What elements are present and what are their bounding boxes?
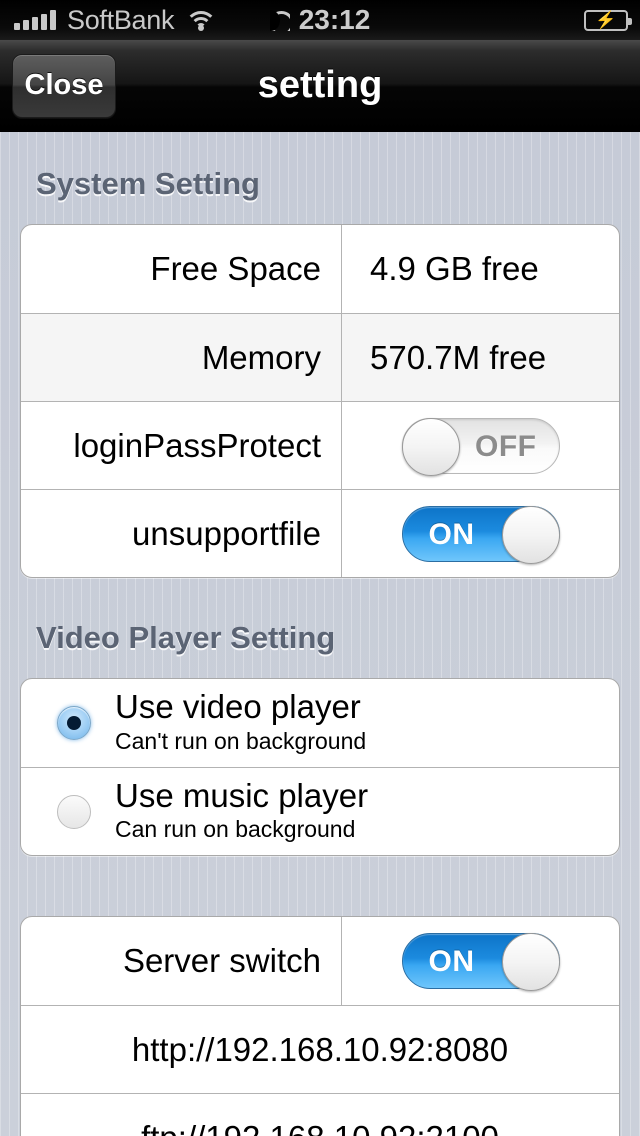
video-player-setting-header: Video Player Setting [36, 620, 336, 655]
unsupportfile-control: ON [342, 490, 619, 577]
status-bar-right: ⚡ [584, 0, 632, 40]
login-pass-protect-control: OFF [342, 402, 619, 489]
server-switch-toggle[interactable]: ON [401, 933, 560, 991]
table-row-memory: Memory 570.7M free [21, 313, 619, 401]
table-row-unsupportfile: unsupportfile ON [21, 489, 619, 577]
status-bar: SoftBank 23:12 ⚡ [0, 0, 640, 40]
memory-label: Memory [21, 314, 342, 401]
radio-selected-icon[interactable] [57, 706, 91, 740]
lightning-bolt-icon: ⚡ [595, 10, 617, 30]
moon-icon [269, 9, 290, 31]
option-subtitle: Can't run on background [115, 727, 367, 754]
table-row-server-switch: Server switch ON [21, 917, 619, 1005]
table-row-ftp-url[interactable]: ftp://192.168.10.92:2100 [21, 1093, 619, 1136]
app-screen: SoftBank 23:12 ⚡ Close setting System Se… [0, 0, 640, 1136]
option-subtitle: Can run on background [115, 816, 356, 843]
toggle-state-label: ON [428, 517, 475, 551]
system-setting-header: System Setting [36, 166, 260, 201]
ftp-url-value: ftp://192.168.10.92:2100 [21, 1094, 619, 1136]
toggle-knob[interactable] [501, 505, 560, 564]
server-switch-label: Server switch [21, 917, 342, 1005]
toggle-state-label: OFF [475, 429, 537, 463]
unsupportfile-toggle[interactable]: ON [401, 505, 560, 564]
login-pass-protect-label: loginPassProtect [21, 402, 342, 489]
unsupportfile-label: unsupportfile [21, 490, 342, 577]
clock-label: 23:12 [298, 4, 371, 35]
login-pass-protect-toggle[interactable]: OFF [401, 417, 560, 476]
server-setting-group: Server switch ON http://192.168.10.92:80… [20, 916, 620, 1136]
server-switch-control: ON [342, 917, 619, 1005]
option-title: Use music player [115, 776, 369, 814]
navigation-bar: Close setting [0, 40, 640, 132]
settings-content: System Setting Free Space 4.9 GB free Me… [0, 132, 640, 1136]
toggle-knob[interactable] [401, 417, 460, 476]
table-row-http-url[interactable]: http://192.168.10.92:8080 [21, 1005, 619, 1093]
radio-unselected-icon[interactable] [57, 794, 91, 829]
list-item-use-music-player[interactable]: Use music player Can run on background [21, 767, 619, 855]
toggle-knob[interactable] [501, 933, 560, 991]
free-space-label: Free Space [21, 225, 342, 313]
status-bar-center: 23:12 [0, 0, 640, 40]
table-row-login-pass-protect: loginPassProtect OFF [21, 401, 619, 489]
close-button[interactable]: Close [12, 53, 116, 118]
list-item-use-video-player[interactable]: Use video player Can't run on background [21, 679, 619, 767]
option-title: Use video player [115, 688, 361, 726]
memory-value: 570.7M free [370, 338, 547, 376]
option-text: Use music player Can run on background [115, 776, 369, 844]
option-text: Use video player Can't run on background [115, 690, 366, 755]
free-space-value: 4.9 GB free [370, 250, 539, 287]
battery-charging-icon: ⚡ [584, 9, 632, 31]
http-url-value: http://192.168.10.92:8080 [131, 1030, 509, 1068]
video-player-setting-group: Use video player Can't run on background… [20, 678, 620, 856]
table-row-free-space: Free Space 4.9 GB free [21, 225, 619, 313]
system-setting-group: Free Space 4.9 GB free Memory 570.7M fre… [20, 224, 620, 578]
toggle-state-label: ON [428, 945, 475, 978]
